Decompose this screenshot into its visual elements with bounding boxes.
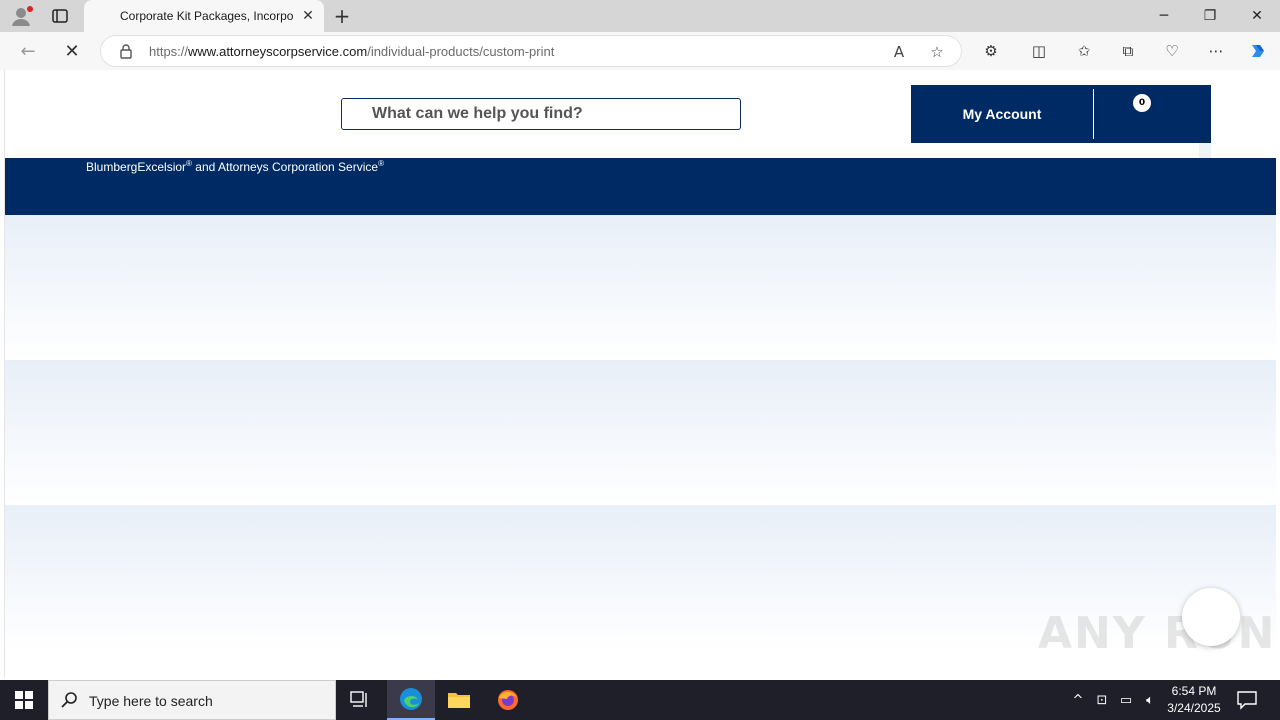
browser-toolbar: ← ✕ https://www.attorneyscorpservice.com… bbox=[0, 32, 1280, 70]
account-cart-bar: My Account 0 bbox=[911, 85, 1211, 143]
site-header: What can we help you find? My Account 0 bbox=[5, 70, 1276, 158]
url-text[interactable]: https://www.attorneyscorpservice.com/ind… bbox=[149, 44, 554, 59]
windows-taskbar: Type here to search ^ ⊡ ▭ 🔈︎ 6:54 PM 3/2… bbox=[0, 680, 1280, 720]
anyrun-watermark: ANY RUN bbox=[1038, 608, 1277, 659]
account-divider bbox=[1093, 89, 1094, 139]
tray-app-icon[interactable]: ⊡ bbox=[1092, 690, 1112, 710]
system-clock[interactable]: 6:54 PM 3/24/2025 bbox=[1160, 683, 1228, 717]
minimize-icon[interactable]: ─ bbox=[1141, 0, 1187, 32]
stop-loading-icon[interactable]: ✕ bbox=[58, 39, 86, 63]
page-viewport: What can we help you find? My Account 0 … bbox=[4, 70, 1276, 678]
firefox-icon[interactable] bbox=[484, 680, 532, 720]
header-decoration bbox=[1199, 143, 1211, 158]
file-explorer-icon[interactable] bbox=[435, 680, 483, 720]
profile-icon[interactable] bbox=[10, 5, 34, 27]
favorite-star-icon[interactable]: ☆ bbox=[927, 42, 947, 62]
network-icon[interactable]: ▭ bbox=[1116, 690, 1136, 710]
new-tab-icon[interactable]: + bbox=[330, 4, 354, 28]
close-window-icon[interactable]: ✕ bbox=[1234, 0, 1280, 32]
content-placeholder-1 bbox=[5, 215, 1276, 360]
taskbar-search-placeholder: Type here to search bbox=[89, 693, 213, 709]
cart-count-badge[interactable]: 0 bbox=[1133, 94, 1151, 112]
site-search-input[interactable]: What can we help you find? bbox=[341, 98, 741, 130]
notification-icon[interactable] bbox=[1236, 689, 1258, 711]
lock-icon[interactable] bbox=[119, 43, 133, 59]
volume-icon[interactable]: 🔈︎ bbox=[1140, 690, 1160, 710]
tab-actions-icon[interactable] bbox=[48, 6, 72, 26]
copilot-icon[interactable] bbox=[1247, 41, 1269, 61]
clock-date: 3/24/2025 bbox=[1167, 701, 1221, 715]
search-icon bbox=[61, 691, 79, 709]
tab-title: Corporate Kit Packages, Incorporation Su… bbox=[120, 9, 294, 23]
read-aloud-icon[interactable]: A bbox=[889, 42, 909, 62]
task-view-icon[interactable] bbox=[336, 680, 384, 720]
brand-tagline: BlumbergExcelsior® and Attorneys Corpora… bbox=[86, 159, 384, 174]
collections-icon[interactable]: ⧉ bbox=[1117, 41, 1139, 61]
back-icon[interactable]: ← bbox=[14, 39, 42, 63]
restore-icon[interactable]: ❐ bbox=[1187, 0, 1233, 32]
chat-widget-button[interactable] bbox=[1182, 588, 1240, 646]
browser-essentials-icon[interactable]: ♡ bbox=[1161, 41, 1183, 61]
more-options-icon[interactable]: ⋯ bbox=[1205, 41, 1227, 61]
brand-banner: BlumbergExcelsior® and Attorneys Corpora… bbox=[5, 158, 1276, 215]
site-search-placeholder: What can we help you find? bbox=[372, 105, 583, 122]
tray-chevron-up-icon[interactable]: ^ bbox=[1068, 690, 1088, 710]
close-tab-icon[interactable]: ✕ bbox=[300, 8, 316, 24]
address-bar[interactable]: https://www.attorneyscorpservice.com/ind… bbox=[100, 35, 962, 67]
active-tab[interactable]: Corporate Kit Packages, Incorporation Su… bbox=[84, 0, 324, 32]
extensions-icon[interactable]: ⚙ bbox=[980, 41, 1002, 61]
my-account-link[interactable]: My Account bbox=[911, 85, 1093, 143]
split-screen-icon[interactable]: ◫ bbox=[1028, 41, 1050, 61]
favorites-icon[interactable]: ✩ bbox=[1073, 41, 1095, 61]
edge-taskbar-icon[interactable] bbox=[387, 680, 435, 720]
clock-time: 6:54 PM bbox=[1171, 684, 1217, 698]
content-placeholder-2 bbox=[5, 360, 1276, 505]
tab-strip: Corporate Kit Packages, Incorporation Su… bbox=[0, 0, 1280, 32]
windows-start-icon[interactable] bbox=[0, 680, 48, 720]
taskbar-search-box[interactable]: Type here to search bbox=[48, 680, 336, 720]
